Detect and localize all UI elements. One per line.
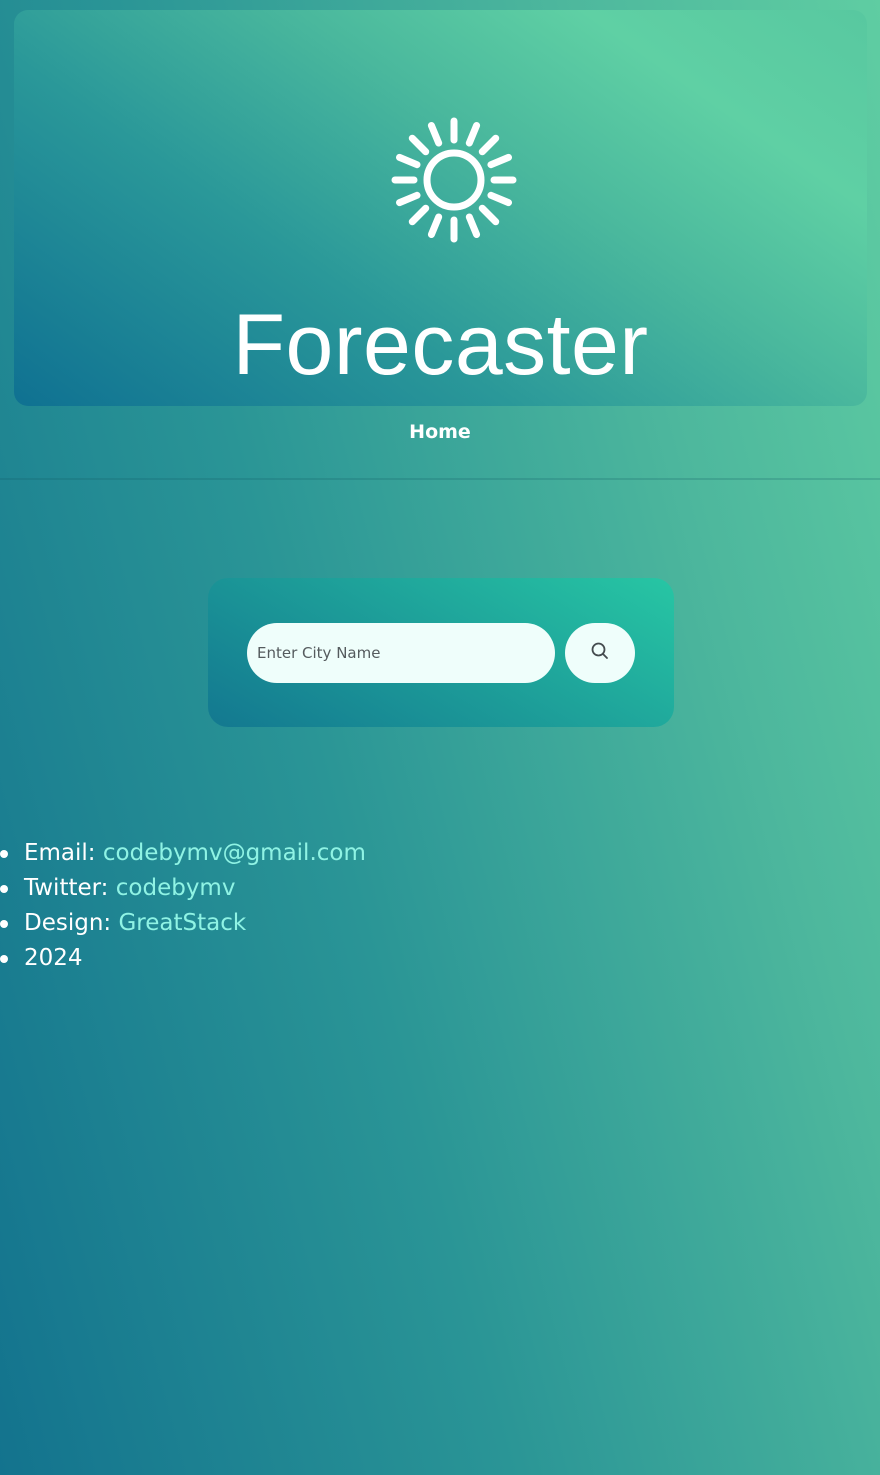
city-search-input[interactable] (247, 623, 555, 683)
design-label: Design: (24, 910, 112, 936)
sun-ray (408, 204, 430, 226)
footer-contact-list: Email: codebymv@gmail.com Twitter: codeb… (0, 836, 366, 976)
design-link[interactable]: GreatStack (118, 910, 246, 936)
email-label: Email: (24, 840, 96, 866)
sun-ray (487, 153, 513, 169)
search-icon (591, 642, 608, 659)
email-link[interactable]: codebymv@gmail.com (103, 840, 366, 866)
sun-ray (408, 134, 430, 156)
sun-ray (487, 191, 513, 207)
sun-icon (391, 117, 517, 243)
twitter-item: Twitter: codebymv (0, 871, 366, 906)
search-button[interactable] (565, 623, 635, 683)
nav-home-link[interactable]: Home (409, 412, 471, 452)
search-panel (208, 578, 674, 727)
sun-ray (465, 121, 481, 147)
sun-ray (427, 213, 443, 239)
hero-banner: Forecaster (14, 10, 867, 406)
sun-ray (395, 153, 421, 169)
twitter-label: Twitter: (24, 875, 109, 901)
app-title: Forecaster (232, 296, 649, 393)
design-item: Design: GreatStack (0, 906, 366, 941)
sun-ray (465, 213, 481, 239)
sun-ray (395, 191, 421, 207)
email-item: Email: codebymv@gmail.com (0, 836, 366, 871)
twitter-link[interactable]: codebymv (116, 875, 236, 901)
copyright-year: 2024 (24, 945, 83, 971)
sun-ray (478, 204, 500, 226)
year-item: 2024 (0, 941, 366, 976)
nav-divider (0, 478, 880, 480)
sun-ray (427, 121, 443, 147)
sun-ray (478, 134, 500, 156)
main-nav: Home (0, 412, 880, 452)
